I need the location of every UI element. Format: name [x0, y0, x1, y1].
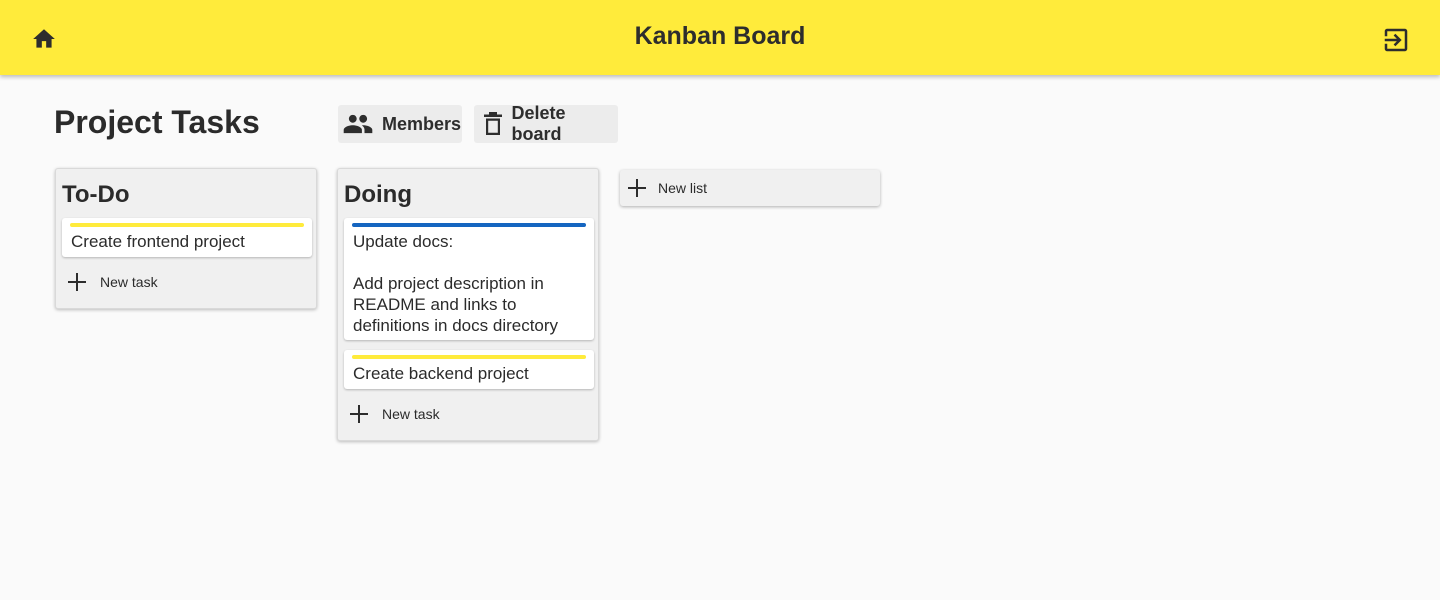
task-color-bar — [70, 223, 304, 227]
plus-icon — [62, 272, 92, 292]
task-text: Update docs: Add project description in … — [353, 232, 559, 335]
new-list-button[interactable]: New list — [620, 170, 880, 206]
list-title: Doing — [344, 181, 412, 208]
list-title: To-Do — [62, 181, 130, 208]
task-card[interactable]: Update docs: Add project description in … — [344, 218, 594, 340]
task-card[interactable]: Create backend project — [344, 350, 594, 389]
plus-icon — [622, 178, 652, 198]
list-doing: Doing Update docs: Add project descripti… — [337, 168, 599, 441]
task-color-bar — [352, 223, 586, 227]
new-task-label: New task — [100, 274, 158, 290]
exit-to-app-icon — [1384, 28, 1408, 52]
app-bar: Kanban Board — [0, 0, 1440, 75]
new-list-label: New list — [658, 180, 708, 196]
delete-board-label: Delete board — [511, 103, 566, 144]
new-task-label: New task — [382, 406, 440, 422]
list-to-do: To-Do Create frontend project New task — [55, 168, 317, 309]
task-card[interactable]: Create frontend project — [62, 218, 312, 257]
members-button[interactable]: Members — [338, 105, 462, 143]
trash-icon — [482, 111, 503, 137]
task-text: Create backend project — [353, 364, 529, 383]
delete-board-button[interactable]: Delete board — [474, 103, 618, 144]
members-label: Members — [382, 113, 462, 134]
board-title: Project Tasks — [54, 104, 260, 140]
task-text: Create frontend project — [71, 232, 245, 251]
logout-button[interactable] — [1378, 22, 1414, 58]
people-icon — [342, 111, 374, 137]
task-color-bar — [352, 355, 586, 359]
new-task-button[interactable]: New task — [344, 400, 440, 428]
plus-icon — [344, 404, 374, 424]
new-task-button[interactable]: New task — [62, 268, 158, 296]
app-title: Kanban Board — [634, 22, 806, 50]
